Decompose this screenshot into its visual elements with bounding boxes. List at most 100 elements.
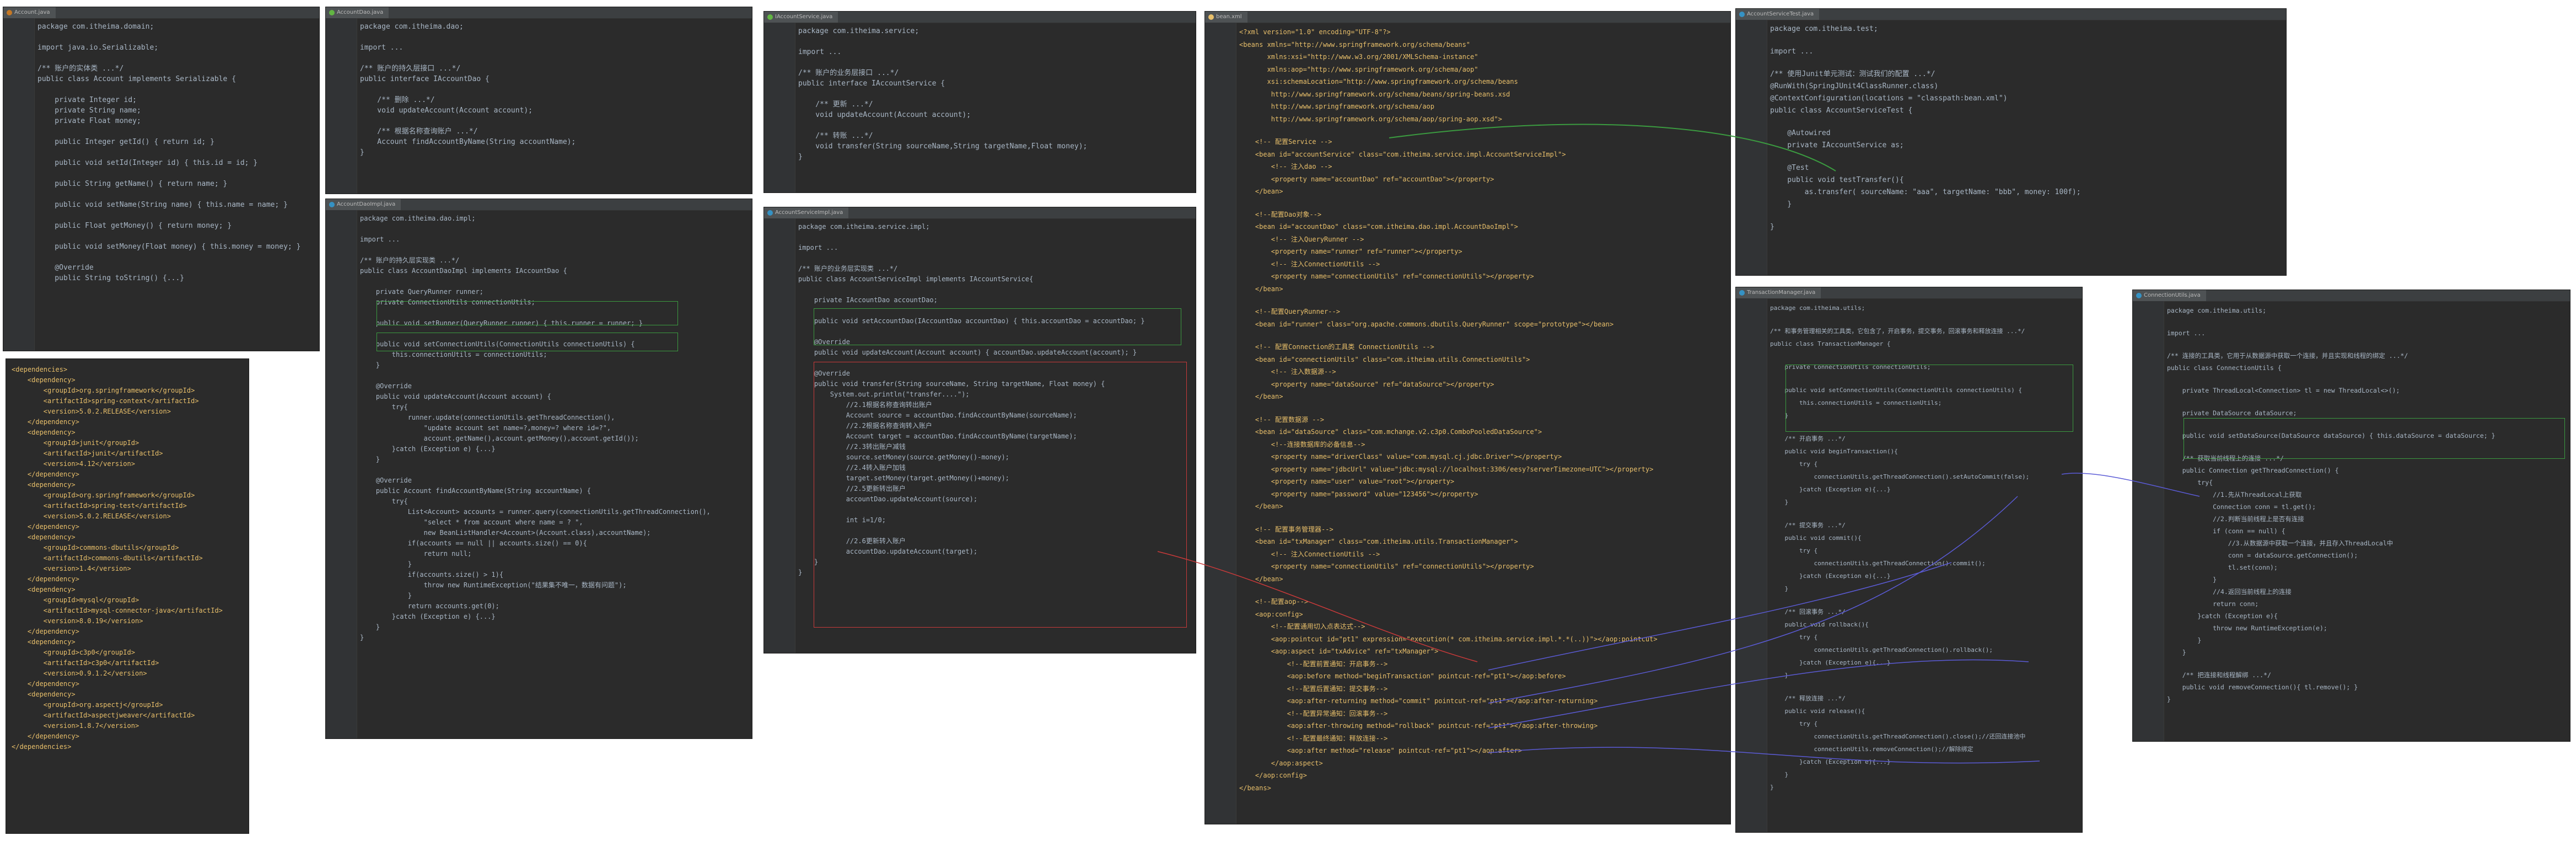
code-line: if(accounts == null || accounts.size() =… xyxy=(360,539,587,547)
code-line: import ... xyxy=(1770,47,1814,56)
code-line: //1.先从ThreadLocal上获取 xyxy=(2167,491,2302,499)
code-line: private Integer id; xyxy=(37,96,137,104)
code-line: @RunWith(SpringJUnit4ClassRunner.class) xyxy=(1770,82,1939,90)
code-line: tl.set(conn); xyxy=(2167,564,2278,571)
editor-bean-xml: bean.xml <?xml version="1.0" encoding="U… xyxy=(1204,11,1731,824)
code-area[interactable]: package com.itheima.service.impl; import … xyxy=(798,222,1192,650)
code-line: <!-- 注入QueryRunner --> xyxy=(1239,235,1364,243)
code-line: public void transfer(String sourceName, … xyxy=(798,380,1105,388)
tab-iaccount-service[interactable]: IAccountService.java xyxy=(764,12,838,23)
code-line: //2.4转入账户加钱 xyxy=(798,464,906,472)
code-line: <!--连接数据库的必备信息--> xyxy=(1239,440,1365,448)
code-area[interactable]: package com.itheima.test; import ... /** 使… xyxy=(1770,23,2283,272)
tab-account-service-test[interactable]: AccountServiceTest.java xyxy=(1736,9,1820,20)
code-area[interactable]: package com.itheima.domain; import java.i… xyxy=(37,22,316,347)
tab-bar: AccountDaoImpl.java xyxy=(326,199,752,211)
pom-line: <dependency> xyxy=(12,533,76,541)
code-line: <aop:before method="beginTransaction" po… xyxy=(1239,672,1566,680)
code-area[interactable]: <?xml version="1.0" encoding="UTF-8"?> <b… xyxy=(1239,26,1727,821)
code-line: public class AccountDaoImpl implements I… xyxy=(360,267,567,275)
editor-connection-utils: ConnectionUtils.java package com.itheima… xyxy=(2132,290,2570,742)
tab-bar: ConnectionUtils.java xyxy=(2133,290,2570,302)
tab-label: ConnectionUtils.java xyxy=(2144,292,2201,298)
code-line: this.connectionUtils = connectionUtils; xyxy=(360,351,547,358)
code-line: public interface IAccountService { xyxy=(798,79,945,88)
code-area[interactable]: package com.itheima.service; import ... /*… xyxy=(798,26,1192,189)
code-line: return accounts.get(0); xyxy=(360,602,499,610)
tab-label: bean.xml xyxy=(1216,14,1242,20)
code-line: private ConnectionUtils connectionUtils; xyxy=(360,298,535,306)
interface-icon xyxy=(767,14,773,20)
code-line: } xyxy=(798,569,803,576)
code-line: } xyxy=(1770,200,1792,208)
code-line: target.setMoney(target.getMoney()+money)… xyxy=(798,474,1009,482)
code-area[interactable]: package com.itheima.dao; import ... /** 账户… xyxy=(360,22,749,190)
tab-label: AccountDaoImpl.java xyxy=(337,201,396,207)
code-line: <property name="runner" ref="runner"></p… xyxy=(1239,248,1462,255)
code-line: connectionUtils.removeConnection();//解除绑… xyxy=(1770,746,1973,753)
tab-bar: bean.xml xyxy=(1205,12,1730,23)
code-line: conn = dataSource.getConnection(); xyxy=(2167,551,2358,559)
code-line: public void setConnectionUtils(Connectio… xyxy=(1770,387,2022,394)
code-line: /** 使用Junit单元测试：测试我们的配置 ...*/ xyxy=(1770,70,1935,78)
code-line: public class TransactionManager { xyxy=(1770,340,1891,347)
code-line: </beans> xyxy=(1239,784,1271,792)
code-line: "select * from account where name = ? ", xyxy=(360,518,583,526)
code-line: </bean> xyxy=(1239,575,1283,583)
line-gutter xyxy=(326,210,357,738)
pom-line: <groupId>commons-dbutils</groupId> xyxy=(12,544,179,551)
code-area[interactable]: package com.itheima.utils; import ... /** … xyxy=(2167,304,2567,738)
code-area[interactable]: package com.itheima.utils; /** 和事务管理相关的工具… xyxy=(1770,302,2079,829)
pom-line: <artifactId>spring-context</artifactId> xyxy=(12,397,199,405)
editor-account-java: Account.java package com.itheima.domain;… xyxy=(3,7,320,351)
code-line: void transfer(String sourceName,String t… xyxy=(798,142,1088,151)
pom-line: <dependency> xyxy=(12,428,76,436)
editor-account-service-impl: AccountServiceImpl.java package com.ithe… xyxy=(763,207,1196,653)
tab-account-dao[interactable]: AccountDao.java xyxy=(326,7,389,18)
code-line: </bean> xyxy=(1239,393,1283,400)
code-line: http://www.springframework.org/schema/be… xyxy=(1239,90,1510,98)
line-gutter xyxy=(326,18,357,194)
tab-account-service-impl[interactable]: AccountServiceImpl.java xyxy=(764,207,849,218)
code-line: new BeanListHandler<Account>(Account.cla… xyxy=(360,529,651,537)
code-line: //3.从数据源中获取一个连接，并且存入ThreadLocal中 xyxy=(2167,539,2394,547)
tab-transaction-manager[interactable]: TransactionManager.java xyxy=(1736,287,1821,298)
line-gutter xyxy=(764,23,795,192)
editor-transaction-manager: TransactionManager.java package com.ithe… xyxy=(1735,287,2083,833)
code-line: this.connectionUtils = connectionUtils; xyxy=(1770,399,1942,406)
code-line: @Override xyxy=(37,264,94,272)
tab-account-java[interactable]: Account.java xyxy=(3,7,56,18)
code-line: } xyxy=(1770,585,1789,592)
tab-bean-xml[interactable]: bean.xml xyxy=(1205,12,1247,23)
code-line: public void removeConnection(){ tl.remov… xyxy=(2167,683,2358,691)
code-line: List<Account> accounts = runner.query(co… xyxy=(360,508,711,516)
code-line: xmlns:xsi="http://www.w3.org/2001/XMLSch… xyxy=(1239,53,1478,61)
code-line: <aop:after method="release" pointcut-ref… xyxy=(1239,747,1522,754)
tab-account-dao-impl[interactable]: AccountDaoImpl.java xyxy=(326,199,401,210)
code-line: //2.2根据名称查询转入账户 xyxy=(798,422,932,430)
pom-code-area[interactable]: <dependencies> <dependency> <groupId>org… xyxy=(12,365,245,830)
code-line: public Float getMoney() { return money; … xyxy=(37,222,232,230)
test-class-icon xyxy=(1739,12,1745,17)
pom-dependencies-panel: <dependencies> <dependency> <groupId>org… xyxy=(6,358,249,834)
tab-connection-utils[interactable]: ConnectionUtils.java xyxy=(2133,290,2206,301)
code-line: <property name="accountDao" ref="account… xyxy=(1239,175,1494,183)
code-line: <!--配置Dao对象--> xyxy=(1239,210,1322,218)
code-line: <!-- 配置Service --> xyxy=(1239,138,1332,146)
code-line: http://www.springframework.org/schema/ao… xyxy=(1239,103,1435,110)
code-area[interactable]: package com.itheima.dao.impl; import ... /… xyxy=(360,213,749,735)
code-line: /** 连接的工具类，它用于从数据源中获取一个连接，并且实现和线程的绑定 ...… xyxy=(2167,352,2408,360)
code-line: <bean id="accountDao" class="com.itheima… xyxy=(1239,223,1518,231)
code-line: package com.itheima.utils; xyxy=(2167,307,2267,314)
tab-bar: AccountServiceImpl.java xyxy=(764,207,1196,219)
code-line: public void setConnectionUtils(Connectio… xyxy=(360,340,635,348)
